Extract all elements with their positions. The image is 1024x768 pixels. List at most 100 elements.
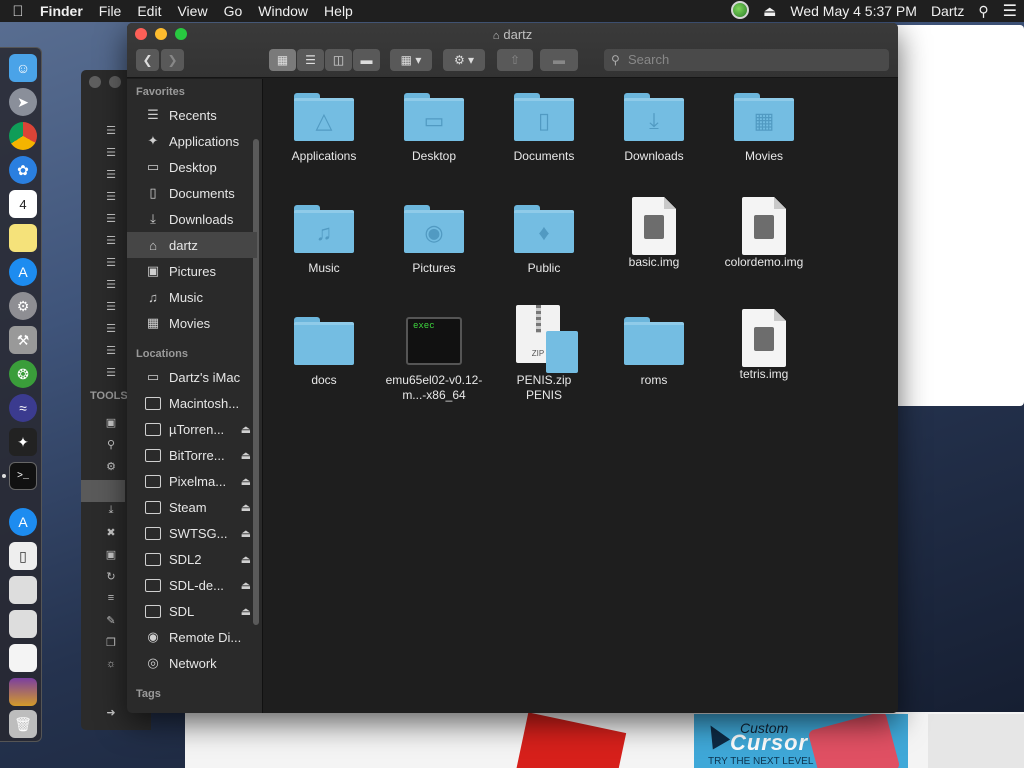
sidebar-item-remote-di[interactable]: ◉ Remote Di...	[127, 624, 257, 650]
list-icon[interactable]: ☰	[103, 168, 119, 181]
export-tool-icon[interactable]: ➜	[103, 706, 119, 719]
safari-dock-icon[interactable]: ✿	[9, 156, 37, 184]
terminal-dock-icon[interactable]: >_	[9, 462, 37, 490]
spotlight-icon[interactable]: ⚲	[971, 3, 995, 20]
window-thumb-1-dock-icon[interactable]	[9, 576, 37, 604]
list-icon[interactable]: ☰	[103, 366, 119, 379]
file-item-emu65el02-v0-12-m-x86-64[interactable]: exec emu65el02-v0.12-m...-x86_64	[379, 317, 489, 403]
copy-tool-icon[interactable]: ❐	[103, 636, 119, 649]
list-icon[interactable]: ☰	[103, 190, 119, 203]
app-store-2-dock-icon[interactable]: A	[9, 508, 37, 536]
sidebar-item-recents[interactable]: ☰ Recents	[127, 102, 257, 128]
menu-go[interactable]: Go	[216, 3, 251, 19]
settings-tool-icon[interactable]: ⚙	[103, 460, 119, 473]
list-icon[interactable]: ☰	[103, 300, 119, 313]
list-icon[interactable]: ☰	[103, 124, 119, 137]
disk-image-dock-icon[interactable]: ▯	[9, 542, 37, 570]
file-item-colordemo-img[interactable]: colordemo.img	[709, 197, 819, 270]
menubar-user[interactable]: Dartz	[924, 3, 971, 19]
back-button[interactable]: ❮	[136, 49, 159, 71]
document-dock-icon[interactable]	[9, 644, 37, 672]
window-thumb-2-dock-icon[interactable]	[9, 610, 37, 638]
gallery-view-button[interactable]: ▬	[353, 49, 380, 71]
file-item-desktop[interactable]: ▭ Desktop	[379, 93, 489, 164]
close-button-inactive[interactable]	[89, 76, 101, 88]
eject-icon[interactable]: ⏏	[241, 605, 251, 618]
chrome-dock-icon[interactable]	[9, 122, 37, 150]
menubar-clock[interactable]: Wed May 4 5:37 PM	[783, 3, 924, 19]
sidebar-item-sdl[interactable]: SDL ⏏	[127, 598, 257, 624]
refresh-tool-icon[interactable]: ↻	[103, 570, 119, 583]
sidebar-item-swtsg[interactable]: SWTSG... ⏏	[127, 520, 257, 546]
text-tool-icon[interactable]: ≡	[103, 592, 119, 604]
sidebar-item-sdl2[interactable]: SDL2 ⏏	[127, 546, 257, 572]
file-item-tetris-img[interactable]: tetris.img	[709, 309, 819, 382]
sidebar-item-documents[interactable]: ▯ Documents	[127, 180, 257, 206]
eject-icon[interactable]: ⏏	[241, 449, 251, 462]
menu-help[interactable]: Help	[316, 3, 361, 19]
list-view-button[interactable]: ☰	[297, 49, 324, 71]
status-globe-icon[interactable]	[724, 0, 756, 22]
eject-icon[interactable]: ⏏	[241, 553, 251, 566]
file-item-downloads[interactable]: ⤓ Downloads	[599, 93, 709, 164]
stop-tool-icon[interactable]: ▣	[103, 548, 119, 561]
notification-center-icon[interactable]: ☰	[996, 1, 1024, 21]
sidebar-item--torren[interactable]: µTorren... ⏏	[127, 416, 257, 442]
sidebar-item-music[interactable]: ♫ Music	[127, 284, 257, 310]
calendar-dock-icon[interactable]: 4	[9, 190, 37, 218]
file-item-movies[interactable]: ▦ Movies	[709, 93, 819, 164]
sidebar-item-bittorre[interactable]: BitTorre... ⏏	[127, 442, 257, 468]
system-preferences-dock-icon[interactable]: ⚙	[9, 292, 37, 320]
file-item-penis-zip[interactable]: ZIP PENIS.zip PENIS	[489, 305, 599, 403]
custom-cursor-ad[interactable]: Custom Cursor TRY THE NEXT LEVEL	[694, 714, 908, 768]
menu-edit[interactable]: Edit	[129, 3, 169, 19]
sidebar-item-dartz-s-imac[interactable]: ▭ Dartz's iMac	[127, 364, 257, 390]
file-item-basic-img[interactable]: basic.img	[599, 197, 709, 270]
menu-file[interactable]: File	[91, 3, 130, 19]
zoom-tool-icon[interactable]: ⚲	[103, 438, 119, 451]
list-icon[interactable]: ☰	[103, 146, 119, 159]
sidebar-item-pixelma[interactable]: Pixelma... ⏏	[127, 468, 257, 494]
icon-view-button[interactable]: ▦	[269, 49, 296, 71]
search-field[interactable]: ⚲ Search	[604, 49, 889, 71]
share-button[interactable]: ⇧	[497, 49, 533, 71]
file-item-applications[interactable]: △ Applications	[269, 93, 379, 164]
pixelmator-dock-icon[interactable]: ✦	[9, 428, 37, 456]
minimize-button-inactive[interactable]	[109, 76, 121, 88]
list-icon[interactable]: ☰	[103, 212, 119, 225]
sidebar-item-desktop[interactable]: ▭ Desktop	[127, 154, 257, 180]
bulb-tool-icon[interactable]: ☼	[103, 658, 119, 670]
app-store-dock-icon[interactable]: A	[9, 258, 37, 286]
file-item-docs[interactable]: docs	[269, 317, 379, 388]
photos-folder-dock-icon[interactable]	[9, 678, 37, 706]
sidebar-item-sdl-de[interactable]: SDL-de... ⏏	[127, 572, 257, 598]
sidebar-item-network[interactable]: ◎ Network	[127, 650, 257, 676]
eject-status-icon[interactable]: ⏏	[756, 3, 783, 20]
menu-view[interactable]: View	[169, 3, 215, 19]
eject-icon[interactable]: ⏏	[241, 423, 251, 436]
tags-button[interactable]: ▬	[540, 49, 578, 71]
menu-window[interactable]: Window	[250, 3, 316, 19]
list-icon[interactable]: ☰	[103, 256, 119, 269]
list-icon[interactable]: ☰	[103, 344, 119, 357]
file-item-music[interactable]: ♫ Music	[269, 205, 379, 276]
brush-tool-icon[interactable]: ✎	[103, 614, 119, 627]
file-item-roms[interactable]: roms	[599, 317, 709, 388]
apple-icon[interactable]: 	[0, 3, 36, 20]
eject-icon[interactable]: ⏏	[241, 475, 251, 488]
file-item-pictures[interactable]: ◉ Pictures	[379, 205, 489, 276]
bittorrent-dock-icon[interactable]: ≈	[9, 394, 37, 422]
sidebar-item-pictures[interactable]: ▣ Pictures	[127, 258, 257, 284]
trash-dock-icon[interactable]: 🗑	[9, 710, 37, 738]
eject-icon[interactable]: ⏏	[241, 501, 251, 514]
file-item-public[interactable]: ♦ Public	[489, 205, 599, 276]
list-icon[interactable]: ☰	[103, 234, 119, 247]
eject-icon[interactable]: ⏏	[241, 579, 251, 592]
download-tool-icon[interactable]: ⤓	[103, 504, 119, 517]
file-item-documents[interactable]: ▯ Documents	[489, 93, 599, 164]
wrench-tool-icon[interactable]: ✖	[103, 526, 119, 539]
image-tool-icon[interactable]: ▣	[103, 416, 119, 429]
sidebar-item-downloads[interactable]: ⤓ Downloads	[127, 206, 257, 232]
sidebar-item-macintosh[interactable]: Macintosh...	[127, 390, 257, 416]
sidebar-item-applications[interactable]: ✦ Applications	[127, 128, 257, 154]
